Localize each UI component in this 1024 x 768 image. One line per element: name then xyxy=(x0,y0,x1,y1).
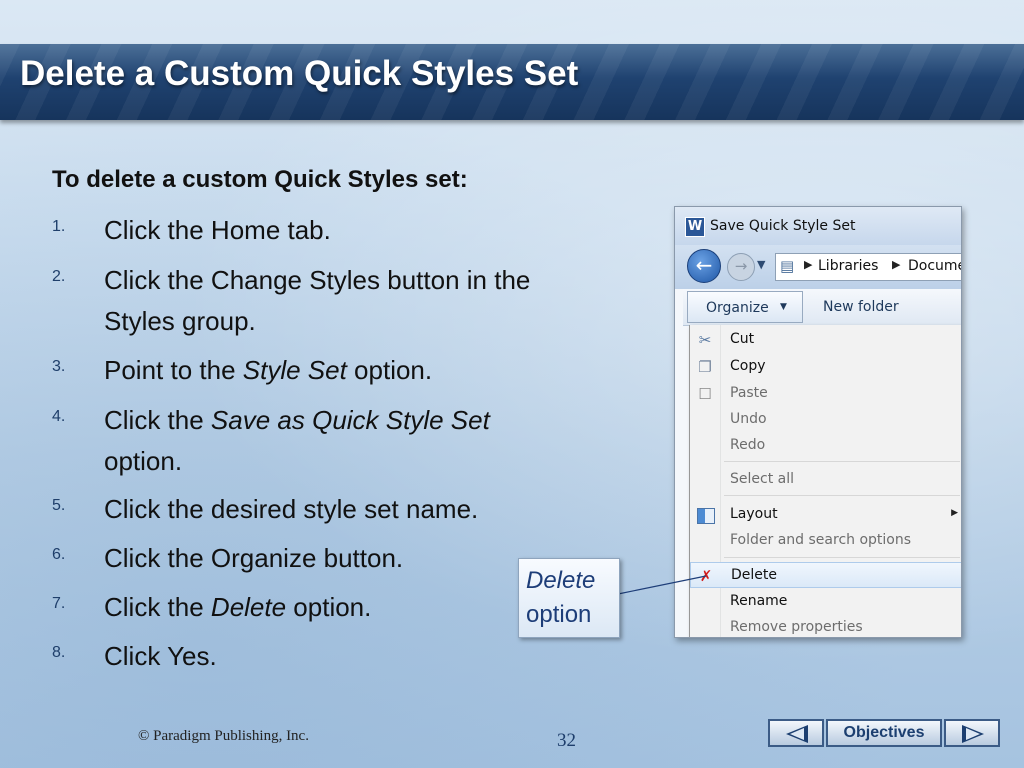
objectives-label: Objectives xyxy=(843,724,925,741)
organize-label: Organize xyxy=(706,300,769,316)
slide-navigation: Objectives xyxy=(768,719,1000,747)
new-folder-button[interactable]: New folder xyxy=(823,299,899,315)
step-text: Click the Home tab. xyxy=(104,215,331,245)
step-number: 1. xyxy=(52,218,66,235)
word-icon: W xyxy=(685,217,705,237)
menu-item-rename[interactable]: Rename xyxy=(690,589,961,615)
menu-item-select-all[interactable]: Select all xyxy=(690,467,961,493)
menu-item-remove-properties[interactable]: Remove properties xyxy=(690,615,961,637)
breadcrumb-separator-icon[interactable]: ▶ xyxy=(892,258,900,271)
layout-icon xyxy=(696,506,715,524)
paste-icon: ☐ xyxy=(698,385,712,403)
recent-pages-dropdown-icon[interactable]: ▼ xyxy=(757,258,765,271)
forward-button[interactable]: → xyxy=(727,253,755,281)
step-number: 5. xyxy=(52,497,66,514)
triangle-right-icon xyxy=(962,725,984,743)
dialog-title-bar: W Save Quick Style Set xyxy=(675,207,961,245)
menu-item-copy[interactable]: ❐ Copy xyxy=(690,354,961,380)
step-number: 8. xyxy=(52,644,66,661)
dialog-toolbar: Organize ▼ New folder xyxy=(683,289,961,326)
back-button[interactable]: ← xyxy=(687,249,721,283)
address-bar[interactable]: ▤ ▶ Libraries ▶ Documents xyxy=(775,253,961,281)
menu-item-paste[interactable]: ☐ Paste xyxy=(690,381,961,407)
page-number: 32 xyxy=(557,730,576,751)
menu-item-folder-options[interactable]: Folder and search options xyxy=(690,528,961,554)
organize-button[interactable]: Organize ▼ xyxy=(687,291,803,323)
menu-item-cut[interactable]: ✂ Cut xyxy=(690,327,961,353)
step-number: 2. xyxy=(52,268,66,285)
next-slide-button[interactable] xyxy=(944,719,1000,747)
callout-line-1: Delete xyxy=(526,567,596,594)
arrow-right-icon: → xyxy=(734,257,748,275)
intro-text: To delete a custom Quick Styles set: xyxy=(52,166,468,193)
menu-item-undo[interactable]: Undo xyxy=(690,407,961,433)
step-text: Click the Organize button. xyxy=(104,543,404,573)
previous-slide-button[interactable] xyxy=(768,719,824,747)
arrow-left-icon: ← xyxy=(695,253,713,277)
dialog-title: Save Quick Style Set xyxy=(710,218,856,234)
step-number: 7. xyxy=(52,595,66,612)
slide-title: Delete a Custom Quick Styles Set xyxy=(20,54,579,93)
menu-item-delete[interactable]: ✗ Delete xyxy=(690,562,961,588)
menu-separator xyxy=(724,557,960,558)
step-text: Click the Change Styles button in the St… xyxy=(104,265,531,336)
breadcrumb-libraries[interactable]: Libraries xyxy=(818,258,878,274)
step-number: 6. xyxy=(52,546,66,563)
save-quick-style-set-dialog: W Save Quick Style Set ← → ▼ ▤ ▶ Librari… xyxy=(674,206,962,638)
step-number: 4. xyxy=(52,408,66,425)
callout-line-2: option xyxy=(526,601,592,628)
breadcrumb-documents[interactable]: Documents xyxy=(908,258,961,274)
menu-item-redo[interactable]: Redo xyxy=(690,433,961,459)
chevron-down-icon: ▼ xyxy=(780,302,787,312)
delete-x-icon: ✗ xyxy=(699,567,713,585)
delete-option-callout: Delete option xyxy=(518,558,620,638)
submenu-arrow-icon: ▶ xyxy=(951,508,958,518)
breadcrumb-separator-icon[interactable]: ▶ xyxy=(804,258,812,271)
scissors-icon: ✂ xyxy=(698,331,712,349)
objectives-button[interactable]: Objectives xyxy=(826,719,942,747)
triangle-left-icon xyxy=(786,725,808,743)
menu-separator xyxy=(724,461,960,462)
libraries-icon: ▤ xyxy=(780,257,795,275)
step-text: Click the Delete option. xyxy=(104,592,372,622)
organize-menu: ✂ Cut ❐ Copy ☐ Paste Undo Redo Select al… xyxy=(689,325,961,637)
menu-item-layout[interactable]: Layout ▶ xyxy=(690,502,961,528)
navigation-bar: ← → ▼ ▤ ▶ Libraries ▶ Documents xyxy=(675,245,961,289)
step-number: 3. xyxy=(52,358,66,375)
step-text: Point to the Style Set option. xyxy=(104,355,433,385)
menu-separator xyxy=(724,495,960,496)
step-text: Click the desired style set name. xyxy=(104,494,479,524)
step-text: Click the Save as Quick Style Set option… xyxy=(104,405,490,476)
step-text: Click Yes. xyxy=(104,641,217,671)
copy-icon: ❐ xyxy=(698,358,712,376)
copyright-text: © Paradigm Publishing, Inc. xyxy=(138,728,309,744)
